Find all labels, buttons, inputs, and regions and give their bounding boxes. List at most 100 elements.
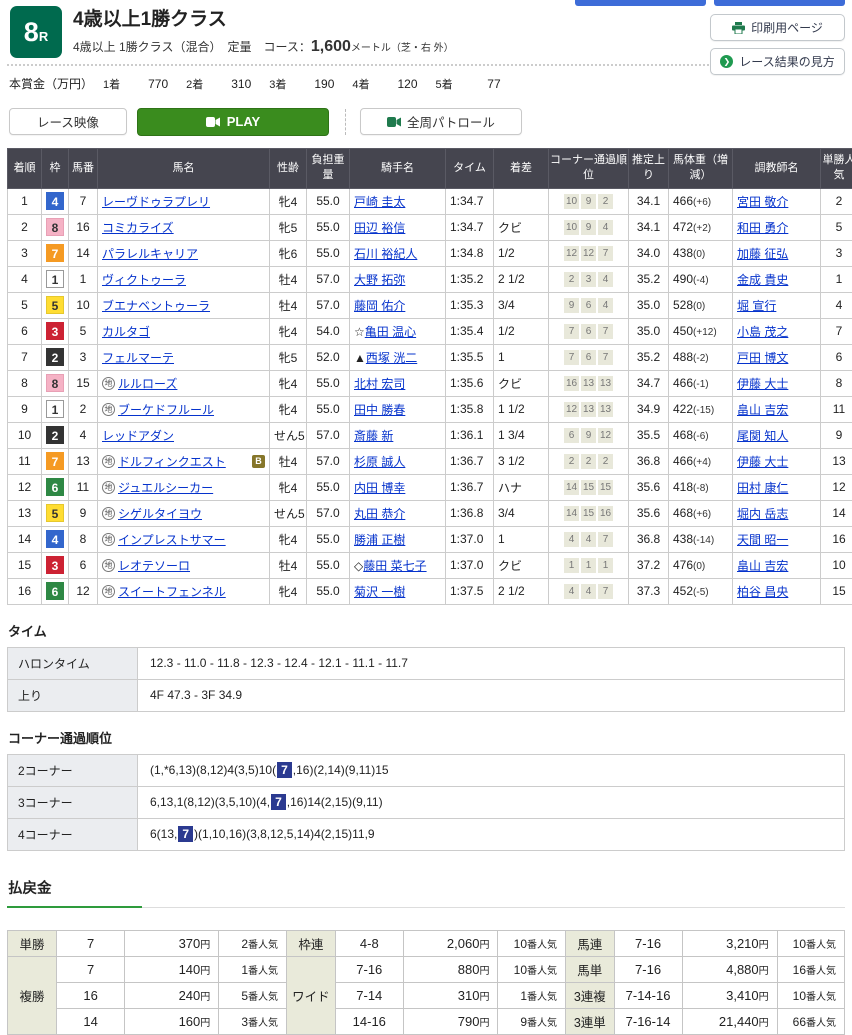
horse-name-link[interactable]: ルルローズ	[118, 375, 177, 392]
corner-position-box: 6	[581, 350, 596, 365]
jockey-name-link[interactable]: 菊沢 一樹	[354, 585, 405, 599]
corner-row-label: 3コーナー	[8, 786, 138, 818]
table-row: 11713地ドルフィンクエストB牡457.0杉原 誠人1:36.73 1/222…	[8, 448, 852, 474]
top-blue-button-1[interactable]	[575, 0, 706, 6]
trainer-name-link[interactable]: 和田 勇介	[737, 221, 788, 235]
trainer-name-link[interactable]: 柏谷 昌央	[737, 585, 788, 599]
trainer-name-link[interactable]: 畠山 吉宏	[737, 559, 788, 573]
payout-amount: 4,880円	[682, 956, 777, 982]
jockey-name-link[interactable]: 杉原 誠人	[354, 455, 405, 469]
jockey-name-link[interactable]: 勝浦 正樹	[354, 533, 405, 547]
jockey-name-link[interactable]: 大野 拓弥	[354, 273, 405, 287]
horse-name-link[interactable]: スイートフェンネル	[118, 583, 226, 600]
horse-name-link[interactable]: ブエナベントゥーラ	[102, 297, 210, 314]
horse-name-link[interactable]: コミカライズ	[102, 219, 174, 236]
jockey-name-link[interactable]: 石川 裕紀人	[354, 247, 417, 261]
corner-position-box: 4	[581, 584, 596, 599]
horse-name-link[interactable]: カルタゴ	[102, 323, 150, 340]
result-cell-horse-number: 9	[69, 500, 98, 526]
result-cell-last3f: 37.2	[629, 552, 669, 578]
result-cell-weight: 57.0	[307, 266, 350, 292]
jockey-name-link[interactable]: 藤岡 佑介	[354, 299, 405, 313]
trainer-name-link[interactable]: 堀内 岳志	[737, 507, 788, 521]
result-cell-jockey: 石川 裕紀人	[350, 240, 446, 266]
trainer-name-link[interactable]: 堀 宣行	[737, 299, 776, 313]
payout-amount: 240円	[125, 982, 219, 1008]
result-cell-margin: 2 1/2	[494, 578, 549, 604]
corner-position-box: 15	[598, 480, 613, 495]
result-cell-rank: 15	[8, 552, 42, 578]
jockey-name-link[interactable]: 内田 博幸	[354, 481, 405, 495]
horse-name-link[interactable]: パラレルキャリア	[102, 245, 198, 262]
play-button[interactable]: PLAY	[137, 108, 329, 136]
result-cell-horse-name: フェルマーテ	[98, 344, 270, 370]
horse-name-link[interactable]: フェルマーテ	[102, 349, 174, 366]
yen-unit: 円	[200, 966, 210, 977]
jockey-name-link[interactable]: 田中 勝春	[354, 403, 405, 417]
result-cell-frame: 5	[42, 292, 69, 318]
payout-popularity: 10番人気	[777, 982, 844, 1008]
jockey-name-link[interactable]: 北村 宏司	[354, 377, 405, 391]
top-blue-button-2[interactable]	[714, 0, 845, 6]
payout-group-table: 枠連4-82,060円10番人気ワイド7-16880円10番人気7-14310円…	[286, 930, 566, 1035]
jockey-name-link[interactable]: 斎藤 新	[354, 429, 393, 443]
popularity-unit: 番人気	[806, 940, 836, 951]
trainer-name-link[interactable]: 戸田 博文	[737, 351, 788, 365]
result-cell-sex-age: 牝4	[270, 396, 307, 422]
trainer-name-link[interactable]: 金成 貴史	[737, 273, 788, 287]
jockey-name-link[interactable]: 藤田 菜七子	[363, 559, 426, 573]
result-cell-margin: 1	[494, 526, 549, 552]
horse-name-link[interactable]: ドルフィンクエスト	[118, 453, 226, 470]
payout-combination: 7-16	[614, 930, 682, 956]
jockey-name-link[interactable]: 田辺 裕信	[354, 221, 405, 235]
payout-popularity: 16番人気	[777, 956, 844, 982]
result-cell-body-weight: 422(-15)	[669, 396, 733, 422]
result-cell-jockey: 勝浦 正樹	[350, 526, 446, 552]
trainer-name-link[interactable]: 伊藤 大士	[737, 377, 788, 391]
payout-bet-type: 3連単	[566, 1008, 615, 1034]
trainer-name-link[interactable]: 天間 昭一	[737, 533, 788, 547]
result-cell-horse-number: 7	[69, 188, 98, 214]
jockey-name-link[interactable]: 丸田 恭介	[354, 507, 405, 521]
horse-name-link[interactable]: レオテソーロ	[118, 557, 190, 574]
result-cell-last3f: 35.2	[629, 344, 669, 370]
trainer-name-link[interactable]: 宮田 敬介	[737, 195, 788, 209]
result-cell-jockey: 内田 博幸	[350, 474, 446, 500]
trainer-name-link[interactable]: 小島 茂之	[737, 325, 788, 339]
trainer-name-link[interactable]: 尾関 知人	[737, 429, 788, 443]
payout-popularity: 9番人気	[498, 1008, 566, 1034]
body-weight-diff: (0)	[693, 561, 705, 572]
horse-name-link[interactable]: ジュエルシーカー	[118, 479, 213, 496]
result-cell-last3f: 35.6	[629, 474, 669, 500]
trainer-name-link[interactable]: 田村 康仁	[737, 481, 788, 495]
popularity-unit: 番人気	[248, 992, 278, 1003]
result-cell-last3f: 35.5	[629, 422, 669, 448]
patrol-video-button[interactable]: 全周パトロール	[360, 108, 522, 135]
column-header: 馬名	[98, 148, 270, 188]
trainer-name-link[interactable]: 畠山 吉宏	[737, 403, 788, 417]
horse-name-link[interactable]: レッドアダン	[102, 427, 174, 444]
horse-name-link[interactable]: インプレストサマー	[118, 531, 226, 548]
jockey-name-link[interactable]: 西塚 洸二	[366, 351, 417, 365]
printer-icon	[732, 22, 745, 34]
trainer-name-link[interactable]: 加藤 征弘	[737, 247, 788, 261]
print-page-button[interactable]: 印刷用ページ	[710, 14, 845, 41]
race-movie-button[interactable]: レース映像	[9, 108, 127, 135]
result-cell-frame: 1	[42, 396, 69, 422]
local-horse-mark-icon: 地	[102, 455, 115, 468]
result-cell-last3f: 36.8	[629, 448, 669, 474]
result-cell-body-weight: 468(+6)	[669, 500, 733, 526]
horse-name-link[interactable]: シゲルタイヨウ	[118, 505, 202, 522]
horse-name-link[interactable]: ヴィクトゥーラ	[102, 271, 186, 288]
result-cell-last3f: 36.8	[629, 526, 669, 552]
horse-name-link[interactable]: レーヴドゥラプレリ	[102, 193, 210, 210]
result-cell-margin: 1 1/2	[494, 396, 549, 422]
trainer-name-link[interactable]: 伊藤 大士	[737, 455, 788, 469]
popularity-unit: 番人気	[806, 1018, 836, 1029]
corner-position-box: 1	[581, 558, 596, 573]
result-cell-weight: 55.0	[307, 526, 350, 552]
horse-name-link[interactable]: ブーケドフルール	[118, 401, 214, 418]
result-guide-button[interactable]: ❯ レース結果の見方	[710, 48, 845, 75]
jockey-name-link[interactable]: 戸崎 圭太	[354, 195, 405, 209]
jockey-name-link[interactable]: 亀田 温心	[365, 325, 416, 339]
